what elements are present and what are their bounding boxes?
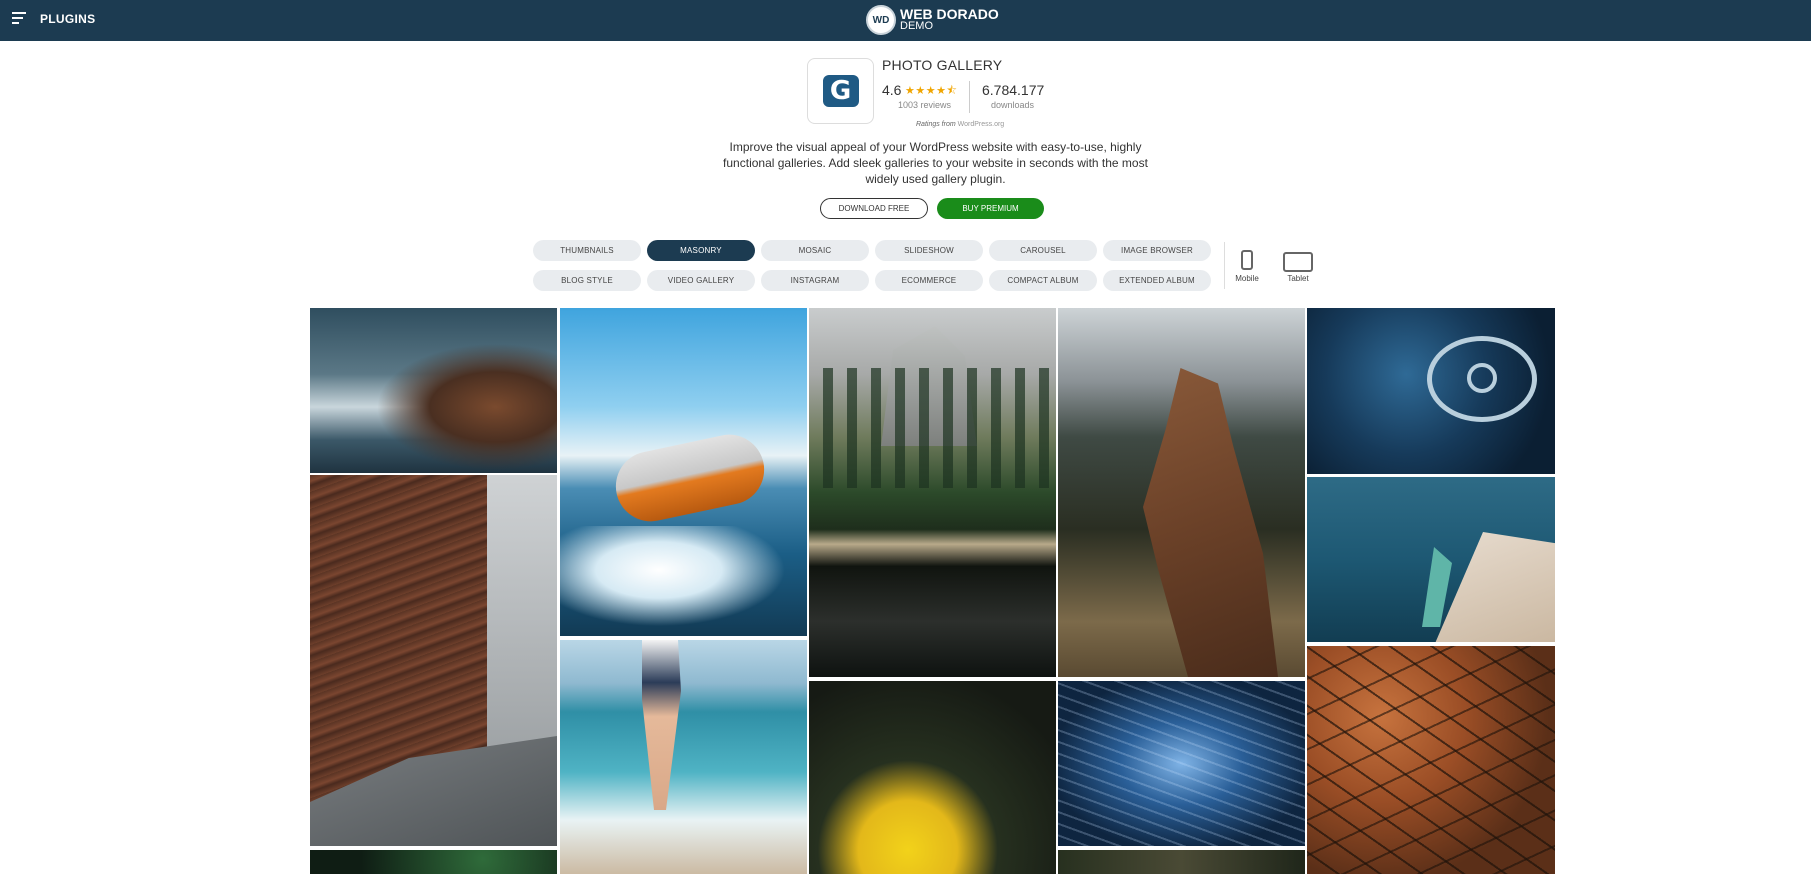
gallery-image[interactable] — [560, 308, 807, 636]
gallery-image[interactable] — [809, 681, 1056, 874]
ratings-source: Ratings from WordPress.org — [916, 121, 1004, 128]
masonry-gallery — [310, 308, 1555, 874]
mobile-label: Mobile — [1235, 274, 1259, 283]
tab-thumbnails[interactable]: THUMBNAILS — [533, 240, 641, 261]
stats-divider — [969, 81, 970, 113]
tab-mosaic[interactable]: MOSAIC — [761, 240, 869, 261]
tab-masonry[interactable]: MASONRY — [647, 240, 755, 261]
buy-premium-button[interactable]: BUY PREMIUM — [937, 198, 1044, 219]
tab-video-gallery[interactable]: VIDEO GALLERY — [647, 270, 755, 291]
brand-logo-link[interactable]: WD WEB DORADO DEMO — [866, 3, 999, 37]
gallery-image[interactable] — [310, 850, 557, 874]
tab-extended-album[interactable]: EXTENDED ALBUM — [1103, 270, 1211, 291]
plugin-description: Improve the visual appeal of your WordPr… — [723, 140, 1148, 186]
tab-carousel[interactable]: CAROUSEL — [989, 240, 1097, 261]
plugin-logo-letter: G — [822, 75, 859, 107]
gallery-image[interactable] — [560, 640, 807, 874]
web-dorado-logo-icon: WD — [866, 5, 896, 35]
tab-instagram[interactable]: INSTAGRAM — [761, 270, 869, 291]
tab-ecommerce[interactable]: ECOMMERCE — [875, 270, 983, 291]
tablet-label: Tablet — [1287, 274, 1309, 283]
downloads-label: downloads — [991, 100, 1035, 110]
gallery-image[interactable] — [310, 308, 557, 473]
download-free-button[interactable]: DOWNLOAD FREE — [820, 198, 928, 219]
tablet-view-button[interactable]: Tablet — [1281, 252, 1315, 283]
mobile-view-button[interactable]: Mobile — [1232, 250, 1262, 283]
tab-blog-style[interactable]: BLOG STYLE — [533, 270, 641, 291]
rating-stars-icon: ★★★★⯪ — [905, 85, 958, 97]
gallery-image[interactable] — [310, 475, 557, 846]
gallery-image[interactable] — [1058, 850, 1305, 874]
gallery-image[interactable] — [809, 308, 1056, 677]
tablet-device-icon — [1283, 252, 1313, 272]
gallery-image[interactable] — [1307, 308, 1555, 474]
gallery-image[interactable] — [1307, 646, 1555, 874]
downloads-count: 6.784.177 — [982, 82, 1045, 98]
mobile-device-icon — [1241, 250, 1253, 270]
tab-slideshow[interactable]: SLIDESHOW — [875, 240, 983, 261]
gallery-image[interactable] — [1058, 308, 1305, 677]
tabs-divider — [1224, 242, 1225, 289]
photo-gallery-logo-icon: G — [807, 58, 874, 124]
ratings-source-link[interactable]: WordPress.org — [958, 121, 1005, 128]
plugins-menu-link[interactable]: PLUGINS — [40, 12, 95, 26]
top-bar: PLUGINS WD WEB DORADO DEMO — [0, 0, 1811, 41]
rating-value: 4.6 — [882, 82, 902, 98]
reviews-count: 1003 reviews — [898, 100, 952, 110]
plugin-title: PHOTO GALLERY — [882, 57, 1003, 73]
gallery-image[interactable] — [1058, 681, 1305, 846]
tab-compact-album[interactable]: COMPACT ALBUM — [989, 270, 1097, 291]
hamburger-menu-icon[interactable] — [12, 10, 28, 26]
brand-text: WEB DORADO DEMO — [900, 6, 999, 32]
tab-image-browser[interactable]: IMAGE BROWSER — [1103, 240, 1211, 261]
gallery-image[interactable] — [1307, 477, 1555, 642]
brand-name: WEB DORADO — [900, 6, 999, 22]
ratings-from-prefix: Ratings from — [916, 121, 956, 128]
